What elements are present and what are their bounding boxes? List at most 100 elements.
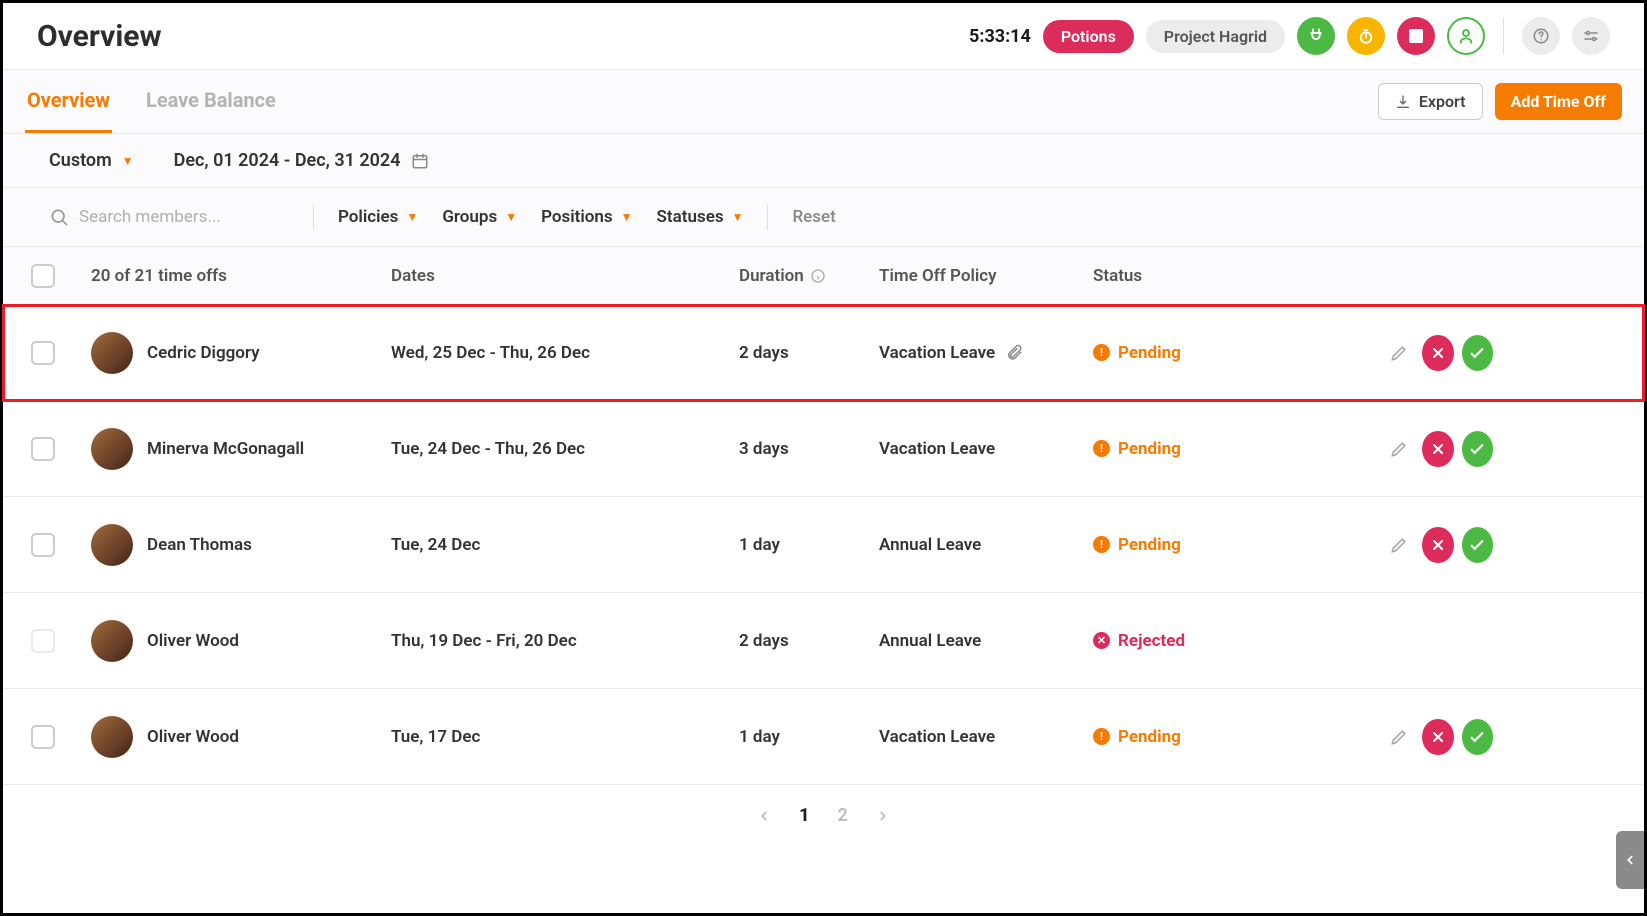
separator bbox=[313, 204, 314, 230]
row-actions bbox=[1383, 527, 1493, 563]
duration-cell: 1 day bbox=[739, 535, 879, 555]
row-checkbox[interactable] bbox=[31, 725, 55, 749]
plug-icon bbox=[1307, 27, 1325, 45]
filter-policies-label: Policies bbox=[338, 207, 398, 227]
approve-button[interactable] bbox=[1462, 527, 1493, 563]
tab-leave-balance[interactable]: Leave Balance bbox=[144, 70, 278, 133]
help-icon-button[interactable] bbox=[1522, 17, 1560, 55]
member-name: Oliver Wood bbox=[147, 727, 239, 747]
filter-policies[interactable]: Policies ▼ bbox=[338, 207, 418, 227]
approve-button[interactable] bbox=[1462, 335, 1493, 371]
range-preset-label: Custom bbox=[49, 150, 112, 171]
name-cell: Minerva McGonagall bbox=[91, 428, 391, 470]
status-label: Pending bbox=[1118, 535, 1181, 555]
person-icon-button[interactable] bbox=[1447, 17, 1485, 55]
reject-button[interactable] bbox=[1422, 719, 1453, 755]
dates-cell: Thu, 19 Dec - Fri, 20 Dec bbox=[391, 631, 739, 651]
top-header: Overview 5:33:14 Potions Project Hagrid bbox=[3, 3, 1644, 70]
edit-button[interactable] bbox=[1383, 527, 1414, 563]
pagination: 1 2 bbox=[3, 785, 1644, 846]
row-checkbox bbox=[31, 629, 55, 653]
status-cell: !Pending bbox=[1093, 535, 1383, 555]
attachment-icon[interactable] bbox=[1005, 344, 1023, 362]
prev-page[interactable] bbox=[757, 809, 771, 823]
side-drawer-toggle[interactable] bbox=[1616, 831, 1644, 889]
filter-positions-label: Positions bbox=[541, 207, 613, 227]
select-all-checkbox[interactable] bbox=[31, 264, 55, 288]
page-2[interactable]: 2 bbox=[838, 805, 848, 826]
duration-cell: 1 day bbox=[739, 727, 879, 747]
export-label: Export bbox=[1419, 92, 1466, 111]
policy-label: Annual Leave bbox=[879, 535, 981, 555]
policy-cell: Vacation Leave bbox=[879, 439, 1093, 459]
plug-icon-button[interactable] bbox=[1297, 17, 1335, 55]
policy-label: Vacation Leave bbox=[879, 727, 995, 747]
filter-bar: Policies ▼ Groups ▼ Positions ▼ Statuses… bbox=[3, 187, 1644, 247]
tab-overview[interactable]: Overview bbox=[25, 70, 112, 133]
separator bbox=[767, 204, 768, 230]
chevron-down-icon: ▼ bbox=[406, 210, 418, 224]
x-icon bbox=[1430, 537, 1446, 553]
settings-icon-button[interactable] bbox=[1572, 17, 1610, 55]
pencil-icon bbox=[1389, 535, 1409, 555]
stop-icon-button[interactable] bbox=[1397, 17, 1435, 55]
filter-groups[interactable]: Groups ▼ bbox=[442, 207, 517, 227]
calendar-icon bbox=[411, 152, 429, 170]
filter-positions[interactable]: Positions ▼ bbox=[541, 207, 632, 227]
chevron-down-icon: ▼ bbox=[122, 154, 134, 168]
timer-icon bbox=[1357, 27, 1375, 45]
chevron-down-icon: ▼ bbox=[732, 210, 744, 224]
member-name: Minerva McGonagall bbox=[147, 439, 304, 459]
table-header: 20 of 21 time offs Dates Duration Time O… bbox=[3, 247, 1644, 305]
date-range-picker[interactable]: Dec, 01 2024 - Dec, 31 2024 bbox=[174, 150, 429, 171]
table-row: Cedric DiggoryWed, 25 Dec - Thu, 26 Dec2… bbox=[3, 305, 1644, 401]
reject-button[interactable] bbox=[1422, 431, 1453, 467]
column-duration: Duration bbox=[739, 266, 804, 286]
status-cell: ✕Rejected bbox=[1093, 631, 1383, 651]
help-icon bbox=[1532, 27, 1550, 45]
chevron-left-icon bbox=[757, 809, 771, 823]
duration-cell: 2 days bbox=[739, 343, 879, 363]
x-icon bbox=[1430, 729, 1446, 745]
name-cell: Oliver Wood bbox=[91, 716, 391, 758]
rejected-dot-icon: ✕ bbox=[1093, 632, 1110, 649]
status-cell: !Pending bbox=[1093, 439, 1383, 459]
pending-dot-icon: ! bbox=[1093, 440, 1110, 457]
column-dates: Dates bbox=[391, 266, 739, 286]
row-checkbox[interactable] bbox=[31, 437, 55, 461]
pencil-icon bbox=[1389, 343, 1409, 363]
row-actions bbox=[1383, 431, 1493, 467]
filter-groups-label: Groups bbox=[442, 207, 497, 227]
row-checkbox[interactable] bbox=[31, 341, 55, 365]
dates-cell: Tue, 24 Dec - Thu, 26 Dec bbox=[391, 439, 739, 459]
approve-button[interactable] bbox=[1462, 431, 1493, 467]
person-icon bbox=[1457, 27, 1475, 45]
add-time-off-button[interactable]: Add Time Off bbox=[1495, 83, 1622, 120]
dates-cell: Tue, 17 Dec bbox=[391, 727, 739, 747]
edit-button[interactable] bbox=[1383, 335, 1414, 371]
member-name: Cedric Diggory bbox=[147, 343, 260, 363]
timer-icon-button[interactable] bbox=[1347, 17, 1385, 55]
duration-cell: 3 days bbox=[739, 439, 879, 459]
pill-potions[interactable]: Potions bbox=[1043, 20, 1134, 53]
page-1[interactable]: 1 bbox=[799, 805, 809, 826]
edit-button[interactable] bbox=[1383, 719, 1414, 755]
pill-project[interactable]: Project Hagrid bbox=[1146, 20, 1285, 53]
member-name: Dean Thomas bbox=[147, 535, 252, 555]
reset-filters[interactable]: Reset bbox=[792, 207, 835, 227]
reject-button[interactable] bbox=[1422, 335, 1453, 371]
export-button[interactable]: Export bbox=[1378, 83, 1483, 120]
range-preset-dropdown[interactable]: Custom ▼ bbox=[49, 150, 134, 171]
approve-button[interactable] bbox=[1462, 719, 1493, 755]
date-range-label: Dec, 01 2024 - Dec, 31 2024 bbox=[174, 150, 401, 171]
filter-statuses[interactable]: Statuses ▼ bbox=[657, 207, 744, 227]
dates-cell: Tue, 24 Dec bbox=[391, 535, 739, 555]
row-checkbox[interactable] bbox=[31, 533, 55, 557]
edit-button[interactable] bbox=[1383, 431, 1414, 467]
reject-button[interactable] bbox=[1422, 527, 1453, 563]
name-cell: Oliver Wood bbox=[91, 620, 391, 662]
search-icon bbox=[49, 207, 69, 227]
search-input[interactable] bbox=[79, 207, 259, 227]
info-icon[interactable] bbox=[810, 268, 826, 284]
next-page[interactable] bbox=[876, 809, 890, 823]
